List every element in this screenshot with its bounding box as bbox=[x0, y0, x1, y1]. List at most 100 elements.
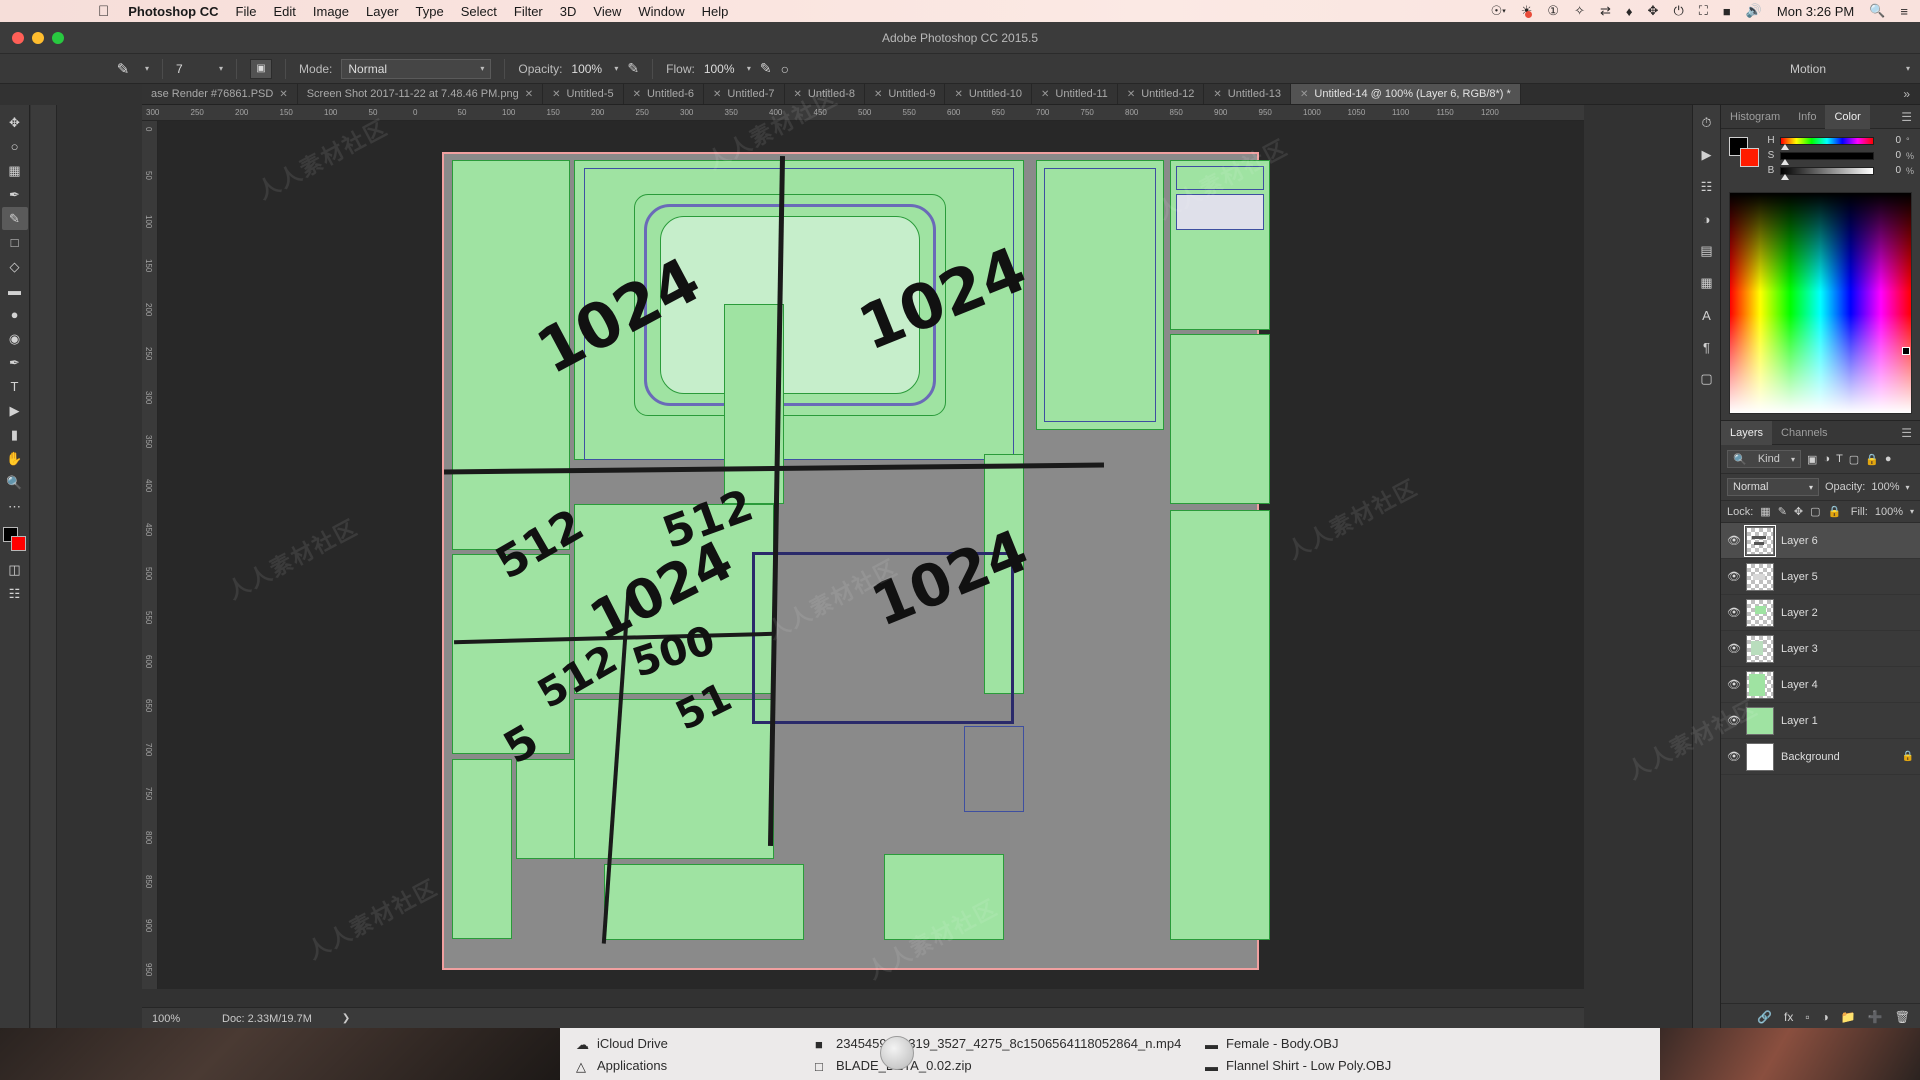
flow-caret-icon[interactable]: ▾ bbox=[747, 64, 751, 73]
menu-item-type[interactable]: Type bbox=[416, 4, 444, 19]
apple-menu-icon[interactable]:  bbox=[98, 4, 109, 19]
brush-preset-caret-icon[interactable]: ▾ bbox=[145, 64, 149, 73]
brightness-slider[interactable] bbox=[1780, 166, 1874, 180]
menu-item-select[interactable]: Select bbox=[461, 4, 497, 19]
smart-object-filter-icon[interactable]: 🔒 bbox=[1865, 453, 1879, 466]
list-item[interactable]: ▬ Flannel Shirt - Low Poly.OBJ bbox=[1205, 1054, 1625, 1076]
flow-value[interactable]: 100% bbox=[704, 62, 738, 76]
libraries-icon[interactable]: ▦ bbox=[1696, 273, 1718, 293]
layer-kind-select[interactable]: 🔍 Kind ▾ bbox=[1727, 450, 1801, 468]
color-swatches[interactable] bbox=[1729, 137, 1759, 167]
lock-image-icon[interactable]: ✎ bbox=[1778, 505, 1787, 518]
tab-untitled-7[interactable]: ✕ Untitled-7 bbox=[704, 84, 785, 104]
table-row[interactable]: 👁 Layer 5 bbox=[1721, 559, 1920, 595]
layer-thumbnail[interactable] bbox=[1746, 634, 1774, 663]
list-item[interactable]: ▬ Female - Body.OBJ bbox=[1205, 1032, 1625, 1054]
actions-icon[interactable]: ▶ bbox=[1696, 145, 1718, 165]
finder-window[interactable]: ☁ iCloud Drive △ Applications ■ 23454598… bbox=[0, 1028, 1920, 1080]
lock-icon[interactable]: ☉ ▾ bbox=[1491, 3, 1506, 19]
maximize-window-button[interactable] bbox=[52, 31, 64, 44]
wifi-icon[interactable]: ⏻ bbox=[1673, 3, 1683, 19]
crop-tool[interactable]: ▦ bbox=[2, 159, 28, 182]
layer-name[interactable]: Background bbox=[1781, 751, 1895, 763]
adjustment-layer-filter-icon[interactable]: ◑ bbox=[1823, 453, 1830, 465]
layer-list[interactable]: 👁 Layer 6 👁 Layer 5 👁 Layer 2 👁 Layer 3 … bbox=[1721, 523, 1920, 1003]
close-icon[interactable]: ✕ bbox=[874, 89, 882, 100]
adjustments-icon[interactable]: ◑ bbox=[1696, 209, 1718, 229]
panel-menu-icon[interactable]: ☰ bbox=[1901, 426, 1920, 440]
menu-item-help[interactable]: Help bbox=[702, 4, 729, 19]
screen-mode-icon[interactable]: ☷ bbox=[2, 582, 28, 605]
tab-histogram[interactable]: Histogram bbox=[1721, 105, 1789, 129]
finder-sidebar[interactable]: ☁ iCloud Drive △ Applications bbox=[560, 1028, 800, 1080]
hue-slider[interactable] bbox=[1780, 136, 1874, 150]
layer-name[interactable]: Layer 4 bbox=[1781, 679, 1914, 691]
layer-name[interactable]: Layer 3 bbox=[1781, 643, 1914, 655]
path-selection-tool[interactable]: ▶ bbox=[2, 399, 28, 422]
hue-value[interactable]: 0 bbox=[1879, 135, 1901, 146]
close-icon[interactable]: ✕ bbox=[633, 89, 641, 100]
eye-icon[interactable]: 👁 bbox=[1727, 570, 1741, 583]
layer-opacity-value[interactable]: 100% bbox=[1871, 481, 1899, 493]
tab-untitled-9[interactable]: ✕ Untitled-9 bbox=[864, 84, 946, 104]
airbrush-icon[interactable]: ✎ bbox=[760, 60, 772, 77]
pixel-layer-filter-icon[interactable]: ▣ bbox=[1807, 453, 1817, 466]
close-icon[interactable]: ✕ bbox=[1041, 89, 1049, 100]
layer-thumbnail[interactable] bbox=[1744, 524, 1776, 557]
blend-mode-select[interactable]: Normal ▾ bbox=[341, 58, 492, 79]
brush-size-caret-icon[interactable]: ▾ bbox=[219, 64, 223, 73]
layer-mask-icon[interactable]: ▫ bbox=[1805, 1010, 1809, 1024]
brush-tool[interactable]: ✎ bbox=[1, 207, 28, 230]
opacity-pressure-icon[interactable]: ✎ bbox=[627, 60, 639, 77]
menu-item-layer[interactable]: Layer bbox=[366, 4, 399, 19]
saturation-value[interactable]: 0 bbox=[1879, 150, 1901, 161]
close-icon[interactable]: ✕ bbox=[1127, 89, 1135, 100]
list-item[interactable]: ▬ Jeans Updated - Low Poly.OBJ bbox=[1205, 1076, 1625, 1080]
table-row[interactable]: 👁 Layer 2 bbox=[1721, 595, 1920, 631]
background-color-swatch[interactable] bbox=[1740, 148, 1759, 167]
link-layers-icon[interactable]: 🔗 bbox=[1757, 1010, 1772, 1024]
tab-overflow-button[interactable]: » bbox=[1893, 84, 1920, 104]
shape-tool[interactable]: ▮ bbox=[2, 423, 28, 446]
smoothing-icon[interactable]: ○ bbox=[781, 61, 789, 77]
eraser-tool[interactable]: ◇ bbox=[2, 255, 28, 278]
fill-value[interactable]: 100% bbox=[1875, 506, 1903, 518]
list-icon[interactable]: ≡ bbox=[1900, 4, 1908, 19]
color-panel-tabs[interactable]: Histogram Info Color ☰ bbox=[1721, 104, 1920, 129]
window-controls[interactable] bbox=[0, 31, 64, 44]
close-icon[interactable]: ✕ bbox=[525, 89, 533, 100]
panel-menu-icon[interactable]: ☰ bbox=[1901, 110, 1920, 124]
tab-untitled-8[interactable]: ✕ Untitled-8 bbox=[784, 84, 865, 104]
menu-app-name[interactable]: Photoshop CC bbox=[128, 4, 218, 19]
chevron-down-icon[interactable]: ▾ bbox=[1910, 507, 1914, 516]
hue-slider-row[interactable]: H 0 ° bbox=[1767, 135, 1916, 150]
tab-info[interactable]: Info bbox=[1789, 105, 1825, 129]
layers-filter-row[interactable]: 🔍 Kind ▾ ▣ ◑ T ▢ 🔒 ● bbox=[1721, 445, 1920, 474]
menu-item-view[interactable]: View bbox=[593, 4, 621, 19]
tab-screen-shot[interactable]: Screen Shot 2017-11-22 at 7.48.46 PM.png… bbox=[297, 84, 544, 104]
tab-untitled-6[interactable]: ✕ Untitled-6 bbox=[623, 84, 705, 104]
chevron-right-icon[interactable]: ❯ bbox=[312, 1013, 350, 1024]
layer-style-icon[interactable]: fx bbox=[1784, 1010, 1793, 1024]
layer-thumbnail[interactable] bbox=[1746, 742, 1774, 771]
close-icon[interactable]: ✕ bbox=[1300, 89, 1308, 100]
close-icon[interactable]: ✕ bbox=[954, 89, 962, 100]
tab-untitled-11[interactable]: ✕ Untitled-11 bbox=[1032, 84, 1118, 104]
finder-file-column-right[interactable]: ▬ Female - Body.OBJ ▬ Flannel Shirt - Lo… bbox=[1205, 1028, 1625, 1080]
table-row[interactable]: 👁 Background 🔒 bbox=[1721, 739, 1920, 775]
rescuetime-icon[interactable]: ☀ bbox=[1521, 3, 1533, 19]
layer-name[interactable]: Layer 6 bbox=[1781, 535, 1914, 547]
close-icon[interactable]: ✕ bbox=[794, 89, 802, 100]
table-row[interactable]: 👁 Layer 3 bbox=[1721, 631, 1920, 667]
dropbox-icon[interactable]: ✧ bbox=[1574, 3, 1585, 19]
move-icon[interactable]: ✥ bbox=[1648, 3, 1659, 19]
artboard-uv-layout[interactable]: 1024 1024 512 512 1024 500 512 51 5 1024 bbox=[442, 152, 1270, 970]
collapsed-panel-rail[interactable]: ⏱ ▶ ☷ ◑ ▤ ▦ A ¶ ▢ bbox=[1692, 105, 1720, 1029]
document-tab-bar[interactable]: ase Render #76861.PSD ✕ Screen Shot 2017… bbox=[142, 84, 1920, 105]
layer-blend-mode-select[interactable]: Normal ▾ bbox=[1727, 478, 1819, 496]
tab-untitled-13[interactable]: ✕ Untitled-13 bbox=[1204, 84, 1291, 104]
eyedropper-tool[interactable]: ✒ bbox=[2, 183, 28, 206]
tab-untitled-12[interactable]: ✕ Untitled-12 bbox=[1117, 84, 1205, 104]
layer-thumbnail[interactable] bbox=[1746, 562, 1774, 591]
eye-icon[interactable]: 👁 bbox=[1727, 534, 1741, 547]
